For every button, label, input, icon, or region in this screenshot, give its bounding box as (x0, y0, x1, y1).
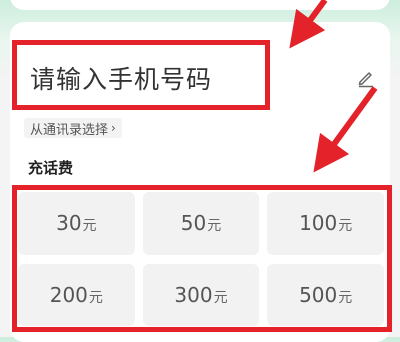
chevron-right-icon: › (111, 121, 116, 135)
phone-number-input[interactable]: 请输入手机号码 (18, 42, 266, 114)
amount-option-100[interactable]: 100 元 (267, 192, 384, 255)
amount-value: 100 (299, 211, 338, 236)
amount-value: 500 (299, 282, 338, 307)
amount-unit: 元 (338, 289, 353, 306)
amount-value: 200 (49, 282, 88, 307)
amount-unit: 元 (207, 218, 222, 235)
previous-card (10, 0, 390, 10)
amount-value: 300 (174, 282, 213, 307)
amount-unit: 元 (213, 289, 228, 306)
amount-option-500[interactable]: 500 元 (267, 263, 384, 326)
select-from-contacts-link[interactable]: 从通讯录选择 › (24, 118, 122, 138)
amount-unit: 元 (82, 218, 97, 235)
amount-unit: 元 (88, 289, 103, 306)
phone-row: 请输入手机号码 (18, 42, 392, 114)
amount-option-200[interactable]: 200 元 (18, 263, 135, 326)
amount-grid: 30 元 50 元 100 元 200 元 300 元 500 元 (18, 192, 384, 326)
amount-value: 50 (180, 211, 207, 236)
amount-unit: 元 (338, 218, 353, 235)
amount-option-50[interactable]: 50 元 (142, 192, 260, 255)
pencil-icon[interactable] (356, 68, 376, 88)
contacts-link-label: 从通讯录选择 (30, 122, 109, 138)
amount-option-300[interactable]: 300 元 (142, 263, 260, 326)
amount-value: 30 (56, 211, 82, 236)
amount-option-30[interactable]: 30 元 (18, 192, 135, 255)
section-title: 充话费 (28, 159, 74, 177)
